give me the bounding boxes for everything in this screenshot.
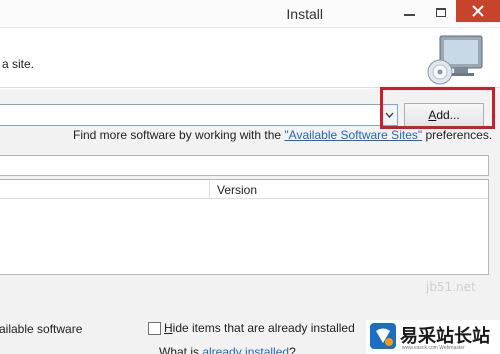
- find-more-suffix: preferences.: [422, 128, 493, 142]
- add-button-label: dd...: [436, 108, 460, 122]
- table-header: Version: [0, 180, 488, 199]
- watermark-domain: jb51.net: [426, 280, 476, 294]
- minimize-button[interactable]: [392, 0, 426, 24]
- close-icon: [472, 5, 484, 17]
- what-is-installed-text: What is already installed?: [159, 345, 296, 354]
- hide-installed-accel: H: [164, 321, 173, 335]
- add-button-accel: A: [428, 108, 437, 122]
- watermark-logo: 易采站长站 www.easck.com Webmaster: [366, 320, 500, 354]
- hide-installed-label: ide items that are already installed: [172, 321, 355, 335]
- close-button[interactable]: [456, 0, 500, 22]
- wizard-header: a site.: [0, 28, 500, 88]
- hide-installed-option[interactable]: Hide items that are already installed: [148, 321, 355, 335]
- available-software-sites-link[interactable]: "Available Software Sites": [284, 128, 422, 142]
- watermark-logo-subtext: www.easck.com Webmaster: [402, 345, 465, 351]
- title-bar: Install: [0, 0, 500, 28]
- work-with-dropdown-button[interactable]: [380, 104, 398, 126]
- minimize-icon: [403, 14, 415, 16]
- whatis-suffix: ?: [289, 345, 296, 354]
- add-site-button[interactable]: Add...: [404, 103, 484, 127]
- filter-input[interactable]: [0, 155, 489, 176]
- software-table[interactable]: Version: [0, 179, 489, 275]
- watermark-logo-icon: [370, 323, 396, 349]
- find-more-software-text: Find more software by working with the "…: [73, 128, 492, 142]
- find-more-prefix: Find more software by working with the: [73, 128, 285, 142]
- install-monitor-icon: [427, 35, 483, 85]
- chevron-down-icon: [385, 112, 393, 118]
- maximize-icon: [436, 7, 446, 17]
- maximize-button[interactable]: [426, 0, 456, 24]
- window-title: Install: [286, 6, 323, 22]
- already-installed-link[interactable]: already installed: [202, 345, 289, 354]
- show-latest-option-label[interactable]: ailable software: [0, 322, 82, 336]
- work-with-combo[interactable]: [0, 104, 398, 126]
- whatis-prefix: What is: [159, 345, 203, 354]
- header-description: a site.: [2, 57, 35, 71]
- hide-installed-checkbox[interactable]: [148, 321, 161, 335]
- column-divider[interactable]: [209, 180, 210, 199]
- column-header-version[interactable]: Version: [217, 183, 257, 197]
